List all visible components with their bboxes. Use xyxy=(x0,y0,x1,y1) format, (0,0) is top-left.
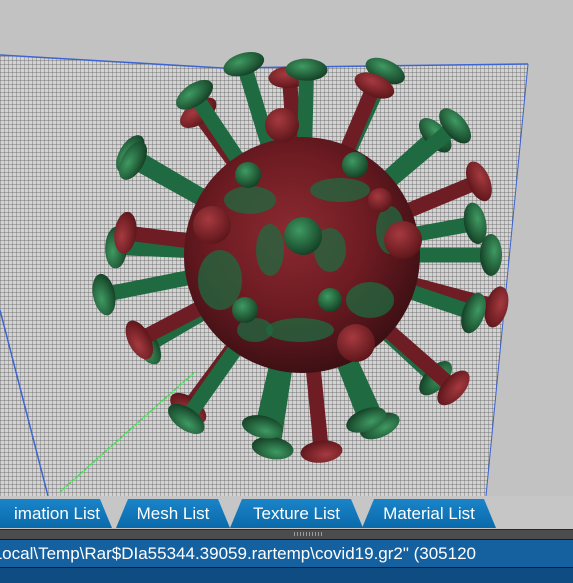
tab-bar: imation List Mesh List Texture List Mate… xyxy=(0,496,573,529)
tab-material-list[interactable]: Material List xyxy=(362,499,496,528)
virus-surface-patch xyxy=(256,224,284,276)
virus-spike-front xyxy=(235,162,261,188)
viewport-canvas[interactable] xyxy=(0,0,573,500)
status-file-path: \Local\Temp\Rar$DIa55344.39059.rartemp\c… xyxy=(0,540,573,567)
virus-spike-front xyxy=(193,206,231,244)
tab-texture-list[interactable]: Texture List xyxy=(230,499,363,528)
tab-mesh-list[interactable]: Mesh List xyxy=(116,499,230,528)
virus-spike-front xyxy=(265,108,299,142)
virus-surface-patch xyxy=(198,250,242,310)
status-text: \Local\Temp\Rar$DIa55344.39059.rartemp\c… xyxy=(0,544,477,563)
virus-spike-front xyxy=(318,288,342,312)
virus-surface-patch xyxy=(310,178,370,202)
virus-spike-front xyxy=(384,221,422,259)
virus-surface-patch xyxy=(266,318,334,342)
virus-spike-front xyxy=(342,152,368,178)
virus-surface-patch xyxy=(224,186,276,214)
virus-surface-patch xyxy=(346,282,394,318)
virus-spike-front xyxy=(337,324,375,362)
status-lower-band xyxy=(0,568,573,583)
virus-spike-front xyxy=(368,188,392,212)
panel-splitter[interactable] xyxy=(0,529,573,539)
splitter-grip-icon[interactable] xyxy=(294,532,324,536)
3d-viewport[interactable] xyxy=(0,0,573,500)
virus-spike-front xyxy=(284,217,322,255)
tab-animation-list[interactable]: imation List xyxy=(0,499,112,528)
status-bar: \Local\Temp\Rar$DIa55344.39059.rartemp\c… xyxy=(0,539,573,583)
virus-spike-front xyxy=(232,297,258,323)
